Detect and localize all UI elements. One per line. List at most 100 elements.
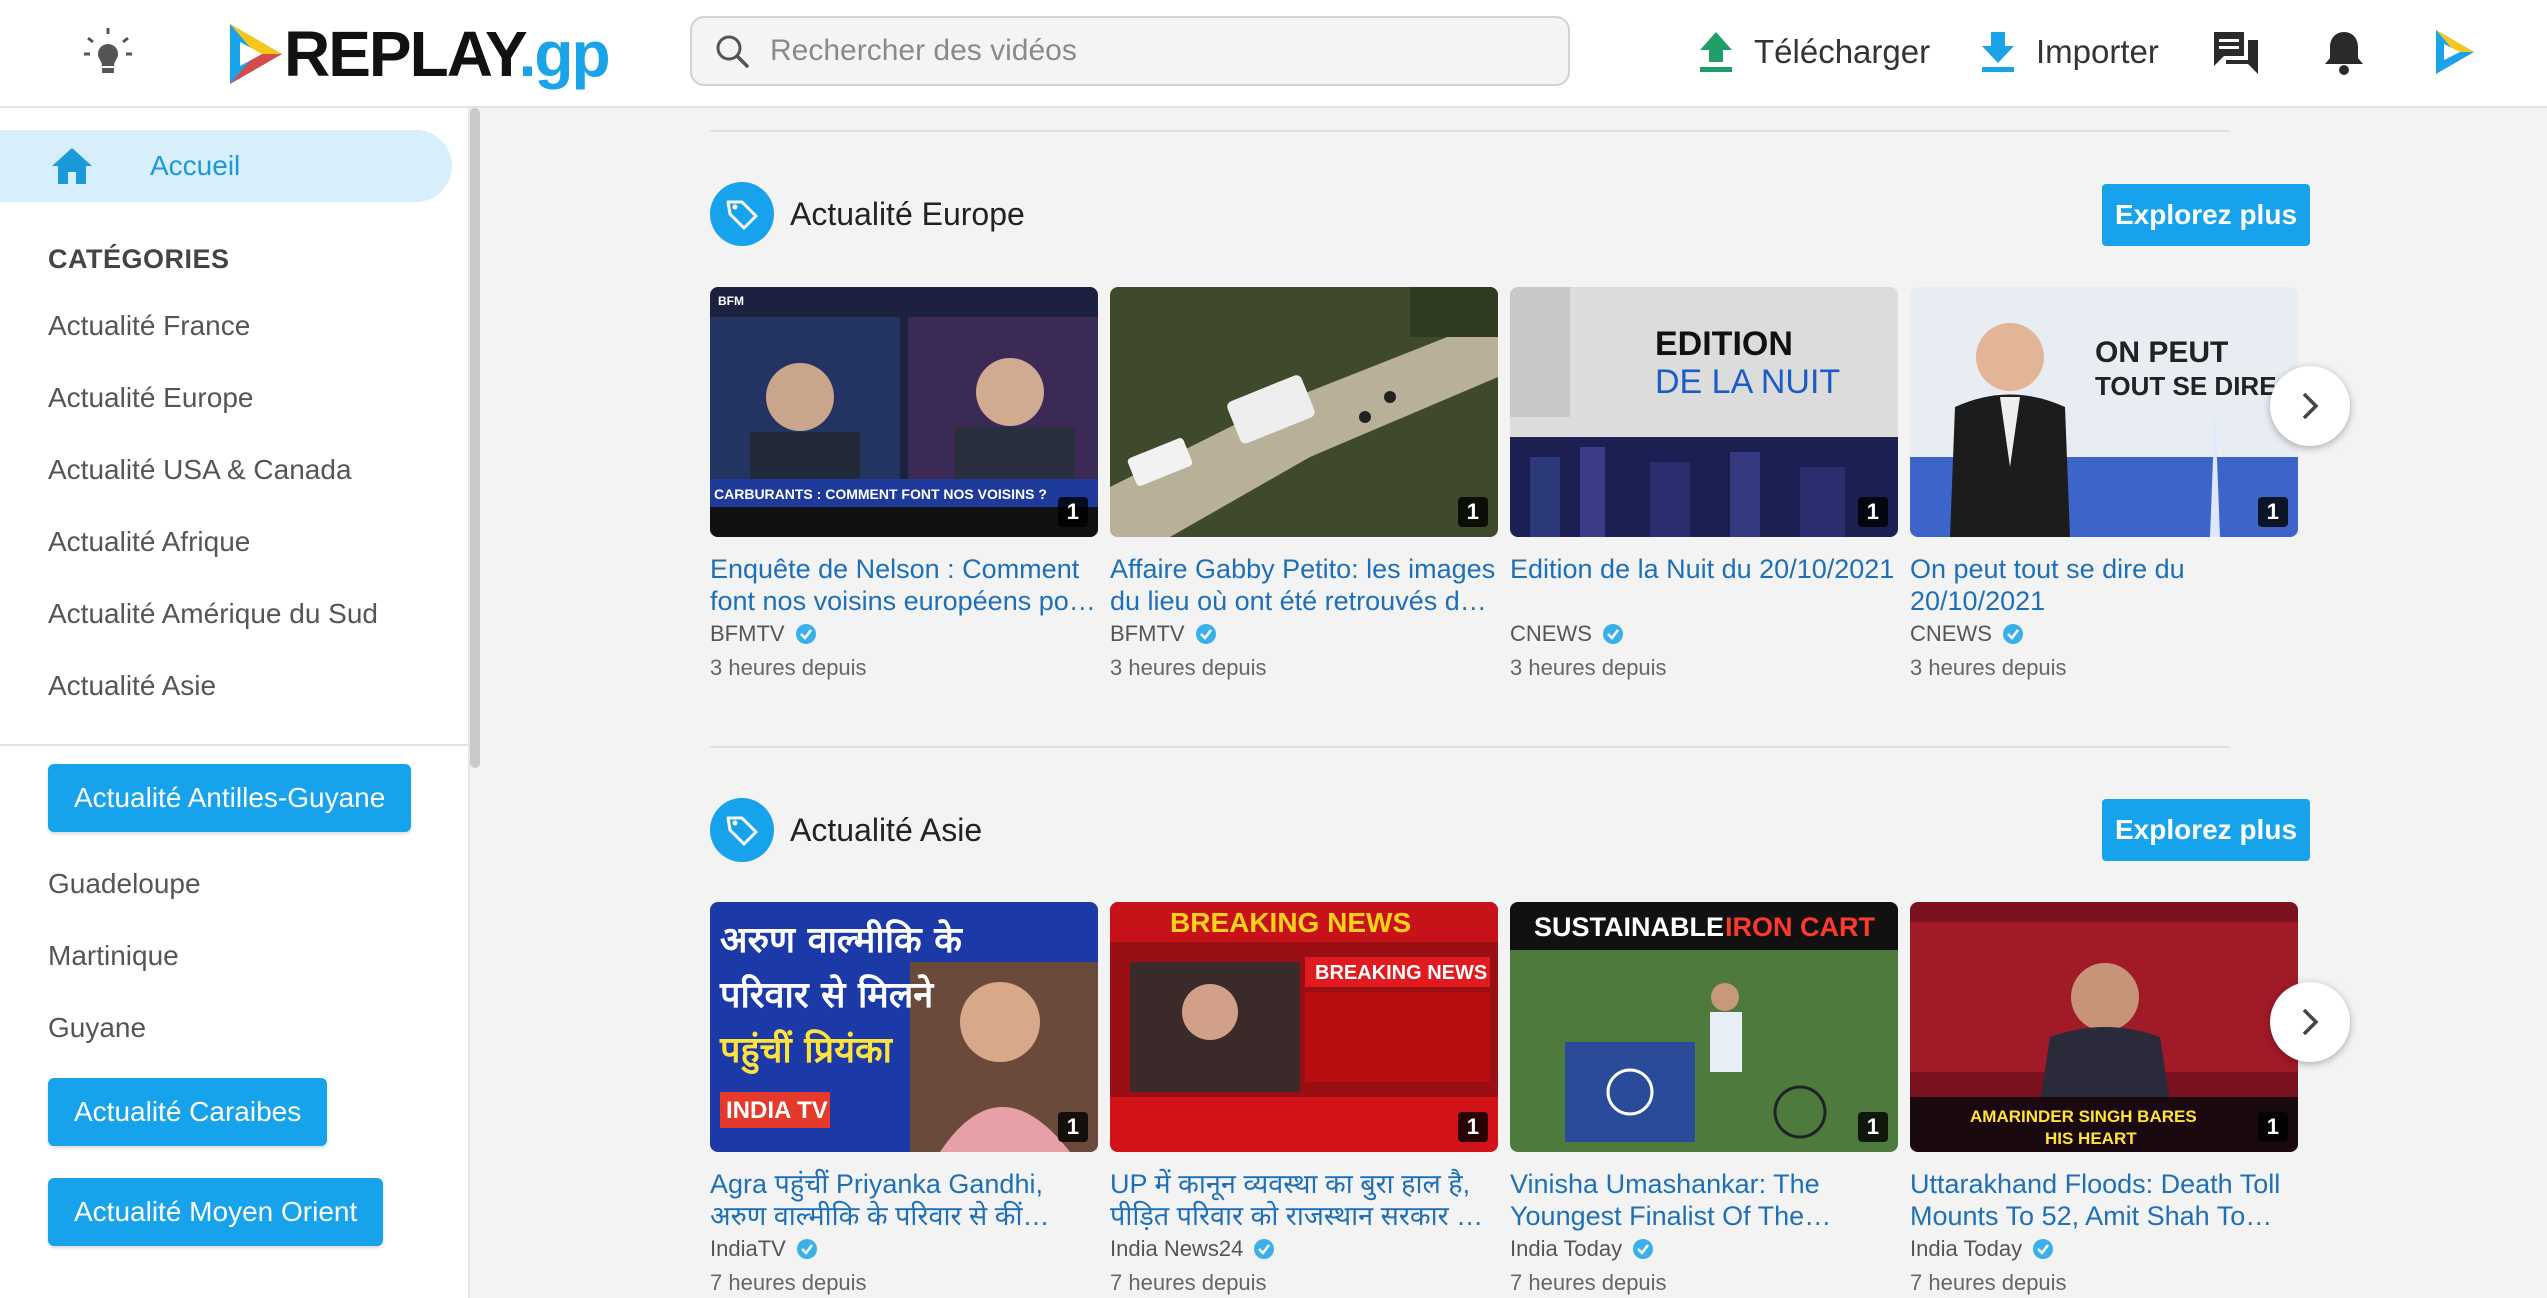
video-title[interactable]: Edition de la Nuit du 20/10/2021 <box>1510 553 1898 617</box>
search-input[interactable] <box>770 34 1530 68</box>
video-time: 3 heures depuis <box>710 655 867 680</box>
section-divider <box>710 746 2230 748</box>
carousel-next-button-europe[interactable] <box>2270 366 2350 446</box>
video-card[interactable]: EDITION DE LA NUIT 1 Edition de la Nuit … <box>1510 287 1898 681</box>
video-count-badge: 1 <box>1857 497 1888 527</box>
categories-heading: CATÉGORIES <box>48 244 230 274</box>
sidebar-item-actualite-france[interactable]: Actualité France <box>48 310 250 342</box>
video-thumbnail[interactable]: ON PEUT TOUT SE DIRE 1 <box>1910 287 2298 537</box>
video-title[interactable]: Enquête de Nelson : Comment font nos voi… <box>710 553 1098 617</box>
video-card[interactable]: ON PEUT TOUT SE DIRE 1 On peut tout se d… <box>1910 287 2298 681</box>
video-time: 3 heures depuis <box>1510 655 1667 680</box>
verified-badge-icon <box>2033 1239 2054 1259</box>
video-channel[interactable]: India Today <box>1510 1236 1898 1262</box>
video-card[interactable]: BREAKING NEWS BREAKING NEWS 1 UP में कान… <box>1110 902 1498 1296</box>
video-channel[interactable]: IndiaTV <box>710 1236 1098 1262</box>
video-title[interactable]: Vinisha Umashankar: The Youngest Finalis… <box>1510 1168 1898 1232</box>
video-channel[interactable]: CNEWS <box>1910 621 2298 647</box>
video-thumbnail[interactable]: AMARINDER SINGH BARES HIS HEART 1 <box>1910 902 2298 1152</box>
section-title-asie: Actualité Asie <box>790 812 983 848</box>
video-card[interactable]: अरुण वाल्मीकि के परिवार से मिलने पहुंचीं… <box>710 902 1098 1296</box>
home-icon <box>52 148 92 184</box>
video-title[interactable]: UP में कानून व्यवस्था का बुरा हाल है, पी… <box>1110 1168 1498 1232</box>
video-channel[interactable]: CNEWS <box>1510 621 1898 647</box>
sidebar-item-actualite-asie[interactable]: Actualité Asie <box>48 670 216 702</box>
sidebar-button-moyen-orient[interactable]: Actualité Moyen Orient <box>48 1178 384 1246</box>
download-icon <box>1982 32 2014 72</box>
carousel-next-button-asie[interactable] <box>2270 982 2350 1062</box>
svg-text:IRON CART: IRON CART <box>1725 912 1875 942</box>
sidebar-item-actualite-usa-canada[interactable]: Actualité USA & Canada <box>48 454 352 486</box>
video-thumbnail[interactable]: BREAKING NEWS BREAKING NEWS 1 <box>1110 902 1498 1152</box>
sidebar-button-antilles-guyane[interactable]: Actualité Antilles-Guyane <box>48 764 412 832</box>
video-title[interactable]: Affaire Gabby Petito: les images du lieu… <box>1110 553 1498 617</box>
logo-text: REPLAY.gp <box>284 18 611 90</box>
svg-text:SUSTAINABLE: SUSTAINABLE <box>1534 912 1724 942</box>
video-time: 3 heures depuis <box>1110 655 1267 680</box>
video-count-badge: 1 <box>1057 497 1088 527</box>
svg-text:परिवार से मिलने: परिवार से मिलने <box>719 974 935 1016</box>
lightbulb-icon[interactable] <box>80 24 136 80</box>
video-count-badge: 1 <box>2257 497 2288 527</box>
video-title[interactable]: Agra पहुंचीं Priyanka Gandhi, अरुण वाल्म… <box>710 1168 1098 1232</box>
section-divider <box>710 130 2230 132</box>
video-card[interactable]: AMARINDER SINGH BARES HIS HEART 1 Uttara… <box>1910 902 2298 1296</box>
video-channel[interactable]: India News24 <box>1110 1236 1498 1262</box>
video-count-badge: 1 <box>1457 497 1488 527</box>
video-count-badge: 1 <box>1857 1112 1888 1142</box>
messages-icon[interactable] <box>2210 26 2262 78</box>
sidebar-scrollbar[interactable] <box>470 108 480 768</box>
sidebar-item-actualite-europe[interactable]: Actualité Europe <box>48 382 253 414</box>
video-time: 7 heures depuis <box>710 1270 867 1295</box>
video-thumbnail[interactable]: अरुण वाल्मीकि के परिवार से मिलने पहुंचीं… <box>710 902 1098 1152</box>
video-time: 7 heures depuis <box>1110 1270 1267 1295</box>
import-button[interactable]: Importer <box>1978 24 2159 80</box>
sidebar-item-actualite-afrique[interactable]: Actualité Afrique <box>48 526 250 558</box>
profile-avatar-icon[interactable] <box>2428 26 2480 78</box>
video-card[interactable]: SUSTAINABLE IRON CART 1 Vinisha Umashank… <box>1510 902 1898 1296</box>
explore-more-button-europe[interactable]: Explorez plus <box>2102 184 2310 246</box>
tag-icon <box>710 182 774 246</box>
svg-text:EDITION: EDITION <box>1655 325 1793 363</box>
verified-badge-icon <box>1602 624 1623 644</box>
verified-badge-icon <box>796 1239 817 1259</box>
search-icon <box>716 35 749 68</box>
section-title-europe: Actualité Europe <box>790 196 1025 232</box>
video-card[interactable]: 1 Affaire Gabby Petito: les images du li… <box>1110 287 1498 681</box>
sidebar-item-guadeloupe[interactable]: Guadeloupe <box>48 868 201 900</box>
video-thumbnail[interactable]: CARBURANTS : COMMENT FONT NOS VOISINS ? … <box>710 287 1098 537</box>
verified-badge-icon <box>795 624 816 644</box>
svg-text:DE LA NUIT: DE LA NUIT <box>1655 363 1840 401</box>
video-channel[interactable]: BFMTV <box>710 621 1098 647</box>
video-title[interactable]: On peut tout se dire du 20/10/2021 <box>1910 553 2298 617</box>
video-count-badge: 1 <box>2257 1112 2288 1142</box>
svg-text:ON PEUT: ON PEUT <box>2095 336 2228 369</box>
svg-text:HIS HEART: HIS HEART <box>2045 1129 2137 1148</box>
upload-button[interactable]: Télécharger <box>1696 24 1930 80</box>
video-channel[interactable]: India Today <box>1910 1236 2298 1262</box>
svg-text:BREAKING NEWS: BREAKING NEWS <box>1170 907 1411 938</box>
search-box[interactable] <box>690 16 1570 86</box>
video-title[interactable]: Uttarakhand Floods: Death Toll Mounts To… <box>1910 1168 2298 1232</box>
video-card[interactable]: CARBURANTS : COMMENT FONT NOS VOISINS ? … <box>710 287 1098 681</box>
sidebar-item-martinique[interactable]: Martinique <box>48 940 179 972</box>
sidebar-button-caraibes[interactable]: Actualité Caraibes <box>48 1078 328 1146</box>
svg-text:अरुण वाल्मीकि के: अरुण वाल्मीकि के <box>720 919 963 961</box>
notifications-bell-icon[interactable] <box>2318 26 2370 78</box>
video-count-badge: 1 <box>1057 1112 1088 1142</box>
video-channel[interactable]: BFMTV <box>1110 621 1498 647</box>
sidebar-item-actualite-amerique-du-sud[interactable]: Actualité Amérique du Sud <box>48 598 378 630</box>
sidebar-item-guyane[interactable]: Guyane <box>48 1012 146 1044</box>
video-thumbnail[interactable]: SUSTAINABLE IRON CART 1 <box>1510 902 1898 1152</box>
svg-text:TOUT SE DIRE: TOUT SE DIRE <box>2095 371 2277 401</box>
explore-more-button-asie[interactable]: Explorez plus <box>2102 799 2310 861</box>
sidebar-item-home[interactable]: Accueil <box>0 130 452 202</box>
tag-icon <box>710 798 774 862</box>
site-logo[interactable]: REPLAY.gp <box>222 12 611 96</box>
sidebar: Accueil CATÉGORIES Actualité France Actu… <box>0 108 470 1298</box>
video-time: 3 heures depuis <box>1910 655 2067 680</box>
video-thumbnail[interactable]: 1 <box>1110 287 1498 537</box>
video-count-badge: 1 <box>1457 1112 1488 1142</box>
video-thumbnail[interactable]: EDITION DE LA NUIT 1 <box>1510 287 1898 537</box>
svg-text:BFM: BFM <box>718 294 744 308</box>
